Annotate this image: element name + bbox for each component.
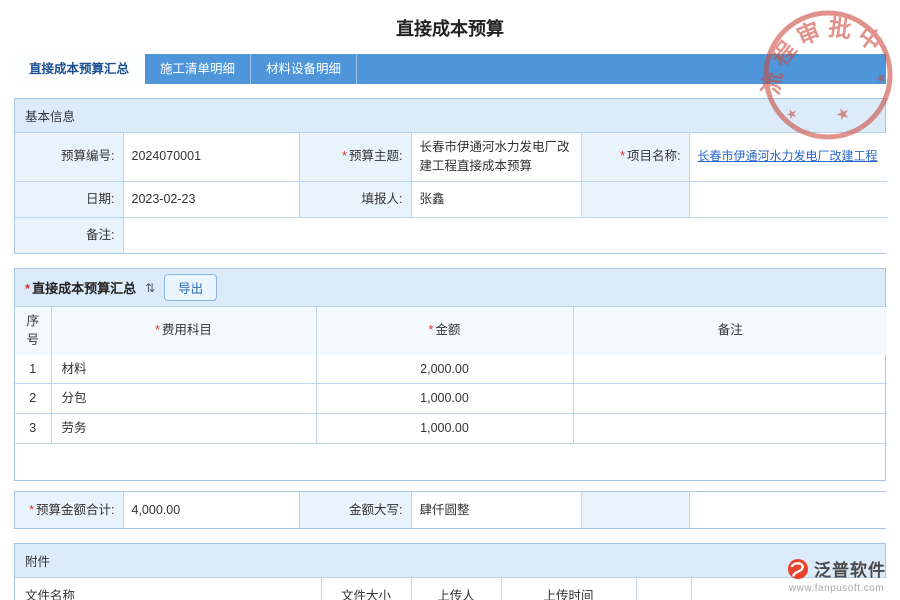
table-row: 2 分包 1,000.00: [15, 384, 887, 414]
cell-no: 3: [15, 414, 51, 444]
amount-words-value: 肆仟圆整: [411, 492, 581, 528]
brand-url[interactable]: www.fanpusoft.com: [787, 583, 886, 594]
page: 直接成本预算 流程审批中 ★ ★ ★ 直接成本预算汇总 施工清单明细 材料设备明…: [0, 0, 900, 600]
header-upload-time: 上传时间: [501, 578, 636, 600]
table-row: 1 材料 2,000.00: [15, 355, 887, 384]
cell-subject: 材料: [51, 355, 316, 384]
cell-subject: 分包: [51, 384, 316, 414]
label-text: 费用科目: [162, 323, 212, 337]
header-uploader: 上传人: [411, 578, 501, 600]
required-marker: *: [429, 323, 434, 337]
label-text: 预算主题:: [349, 149, 402, 163]
attachments-table: 文件名称 文件大小 上传人 上传时间: [15, 578, 887, 600]
header-file-size: 文件大小: [321, 578, 411, 600]
table-header-row: 序号 *费用科目 *金额 备注: [15, 307, 887, 355]
attachments-title: 附件: [15, 544, 885, 578]
sort-icon[interactable]: ⇅: [145, 281, 155, 295]
header-file-name: 文件名称: [15, 578, 321, 600]
required-marker: *: [29, 503, 34, 517]
project-link[interactable]: 长春市伊通河水力发电厂改建工程: [698, 149, 878, 163]
budget-no-label: 预算编号:: [15, 133, 123, 181]
export-button[interactable]: 导出: [164, 274, 217, 301]
label-text: 直接成本预算汇总: [32, 281, 136, 296]
header-no: 序号: [15, 307, 51, 355]
label-text: 项目名称:: [627, 149, 680, 163]
summary-toolbar: *直接成本预算汇总 ⇅ 导出: [15, 269, 885, 307]
required-marker: *: [155, 323, 160, 337]
table-header-row: 文件名称 文件大小 上传人 上传时间: [15, 578, 887, 600]
date-value: 2023-02-23: [123, 181, 299, 217]
cell-amount: 1,000.00: [316, 414, 573, 444]
label-text: 日期:: [86, 192, 114, 206]
table-row: 日期: 2023-02-23 填报人: 张鑫: [15, 181, 887, 217]
tab-bar: 直接成本预算汇总 施工清单明细 材料设备明细: [14, 54, 886, 84]
cell-remark: [573, 384, 887, 414]
label-text: 预算金额合计:: [36, 503, 114, 517]
label-text: 备注:: [86, 228, 114, 242]
empty-area: [15, 443, 887, 480]
project-name-value: 长春市伊通河水力发电厂改建工程: [689, 133, 887, 181]
summary-panel: *直接成本预算汇总 ⇅ 导出 序号 *费用科目 *金额 备注 1 材料 2,00…: [14, 268, 886, 481]
required-marker: *: [620, 149, 625, 163]
required-marker: *: [25, 281, 30, 296]
project-name-label: *项目名称:: [581, 133, 689, 181]
table-row: *预算金额合计: 4,000.00 金额大写: 肆仟圆整: [15, 492, 887, 528]
amount-words-label: 金额大写:: [299, 492, 411, 528]
brand-name: 泛普软件: [814, 556, 886, 581]
empty-value-cell: [689, 181, 887, 217]
total-amount-label: *预算金额合计:: [15, 492, 123, 528]
label-text: 预算编号:: [61, 149, 114, 163]
label-text: 填报人:: [362, 192, 403, 206]
total-strip: *预算金额合计: 4,000.00 金额大写: 肆仟圆整: [14, 491, 886, 529]
cell-remark: [573, 414, 887, 444]
total-amount-value: 4,000.00: [123, 492, 299, 528]
date-label: 日期:: [15, 181, 123, 217]
summary-table: 序号 *费用科目 *金额 备注 1 材料 2,000.00 2 分包 1,000…: [15, 307, 887, 480]
cell-no: 1: [15, 355, 51, 384]
budget-subject-label: *预算主题:: [299, 133, 411, 181]
label-text: 金额: [435, 323, 460, 337]
remark-value: [123, 217, 887, 253]
page-title: 直接成本预算: [0, 0, 900, 41]
budget-no-value: 2024070001: [123, 133, 299, 181]
tab-material-equipment-detail[interactable]: 材料设备明细: [251, 54, 357, 84]
label-text: 金额大写:: [349, 503, 402, 517]
header-amount: *金额: [316, 307, 573, 355]
reporter-label: 填报人:: [299, 181, 411, 217]
table-row-empty: [15, 443, 887, 480]
basic-info-title: 基本信息: [15, 99, 885, 133]
brand-logo-icon: [787, 558, 809, 580]
cell-amount: 2,000.00: [316, 355, 573, 384]
budget-subject-value: 长春市伊通河水力发电厂改建工程直接成本预算: [411, 133, 581, 181]
tab-construction-list-detail[interactable]: 施工清单明细: [145, 54, 251, 84]
cell-remark: [573, 355, 887, 384]
summary-section-title: *直接成本预算汇总: [25, 278, 136, 297]
tab-direct-cost-summary[interactable]: 直接成本预算汇总: [14, 54, 145, 84]
empty-label-cell: [581, 492, 689, 528]
total-table: *预算金额合计: 4,000.00 金额大写: 肆仟圆整: [15, 492, 887, 528]
reporter-value: 张鑫: [411, 181, 581, 217]
empty-label-cell: [581, 181, 689, 217]
header-empty: [636, 578, 691, 600]
cell-subject: 劳务: [51, 414, 316, 444]
brand-footer: 泛普软件 www.fanpusoft.com: [787, 556, 886, 594]
header-remark: 备注: [573, 307, 887, 355]
attachments-panel: 附件 文件名称 文件大小 上传人 上传时间: [14, 543, 886, 600]
table-row: 3 劳务 1,000.00: [15, 414, 887, 444]
required-marker: *: [342, 149, 347, 163]
table-row: 备注:: [15, 217, 887, 253]
empty-value-cell: [689, 492, 887, 528]
header-subject: *费用科目: [51, 307, 316, 355]
basic-info-table: 预算编号: 2024070001 *预算主题: 长春市伊通河水力发电厂改建工程直…: [15, 133, 887, 253]
remark-label: 备注:: [15, 217, 123, 253]
cell-no: 2: [15, 384, 51, 414]
basic-info-panel: 基本信息 预算编号: 2024070001 *预算主题: 长春市伊通河水力发电厂…: [14, 98, 886, 254]
table-row: 预算编号: 2024070001 *预算主题: 长春市伊通河水力发电厂改建工程直…: [15, 133, 887, 181]
cell-amount: 1,000.00: [316, 384, 573, 414]
